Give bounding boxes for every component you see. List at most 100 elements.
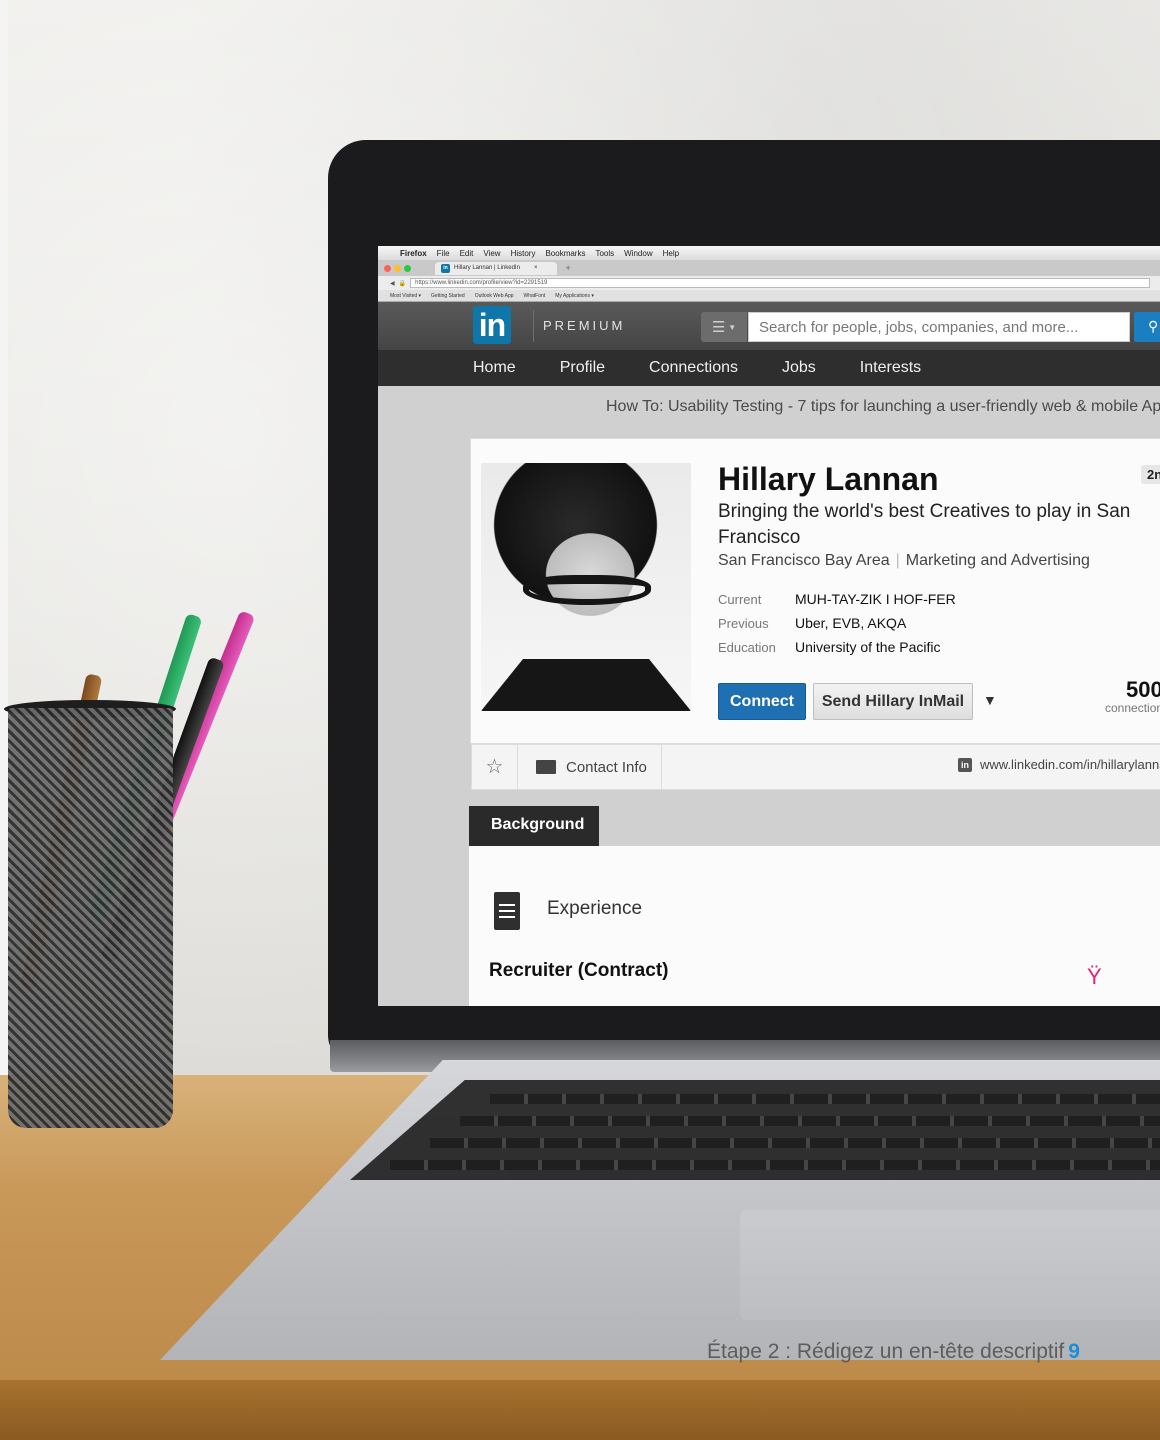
menu-view[interactable]: View (483, 249, 500, 258)
document-icon (494, 892, 520, 930)
address-bar-url: https://www.linkedin.com/profile/view?id… (415, 280, 548, 286)
folder-icon (536, 760, 556, 774)
bookmark-most-visited[interactable]: Most Visited ▾ (390, 293, 421, 299)
profile-url-text: www.linkedin.com/in/hillarylannan (980, 757, 1160, 772)
connection-degree-badge: 2nd (1141, 465, 1160, 484)
fact-current: Current MUH-TAY-ZIK I HOF-FER (718, 587, 956, 611)
zoom-window-icon[interactable] (404, 264, 411, 272)
fact-value[interactable]: MUH-TAY-ZIK I HOF-FER (795, 591, 956, 607)
connect-button[interactable]: Connect (718, 683, 806, 720)
separator: | (895, 552, 900, 569)
profile-location[interactable]: San Francisco Bay Area (718, 552, 890, 569)
profile-photo[interactable] (481, 463, 691, 711)
profile-card: Hillary Lannan 2nd Bringing the world's … (470, 438, 1160, 790)
profile-card-footer: ☆ Contact Info in www.linkedin.com/in/hi… (471, 744, 1160, 790)
menu-edit[interactable]: Edit (460, 249, 474, 258)
new-tab-button[interactable]: + (565, 263, 570, 273)
fact-previous: Previous Uber, EVB, AKQA (718, 611, 956, 635)
linkedin-nav: Home Profile Connections Jobs Interests (378, 350, 1160, 386)
linkedin-favicon-icon: in (441, 263, 450, 273)
profile-name: Hillary Lannan (718, 461, 939, 497)
star-icon[interactable]: ☆ (472, 745, 518, 789)
nav-interests[interactable]: Interests (860, 359, 921, 377)
profile-location-row: San Francisco Bay Area | Marketing and Adv… (718, 552, 1090, 570)
profile-headline: Bringing the world's best Creatives to p… (718, 501, 1131, 548)
fact-value[interactable]: University of the Pacific (795, 639, 941, 655)
shoulders-shape (481, 659, 691, 711)
bookmark-my-applications[interactable]: My Applications ▾ (555, 293, 594, 299)
background-panel: Experience Recruiter (Contract) Ÿ (469, 846, 1160, 1006)
hamburger-icon: ☰ (711, 319, 726, 336)
search-icon: ⚲ (1148, 318, 1159, 334)
key-row (430, 1138, 1160, 1148)
glasses-shape (523, 575, 651, 605)
more-actions-caret-icon[interactable]: ▼ (983, 692, 997, 708)
nav-jobs[interactable]: Jobs (782, 359, 816, 377)
menu-window[interactable]: Window (624, 249, 652, 258)
linkedin-header: in PREMIUM ☰ ▼ Search for people, jobs, … (378, 302, 1160, 350)
premium-label: PREMIUM (543, 318, 626, 333)
desk-edge (0, 1380, 1160, 1440)
menu-history[interactable]: History (511, 249, 536, 258)
linkedin-small-icon: in (958, 757, 972, 772)
url-toolbar: ◀ 🔒 https://www.linkedin.com/profile/vie… (378, 276, 1160, 290)
job-title[interactable]: Recruiter (Contract) (489, 960, 668, 982)
bookmark-outlook[interactable]: Outlook Web App (475, 293, 514, 299)
connections-count: 500 (1126, 677, 1160, 702)
nav-home[interactable]: Home (473, 359, 516, 377)
key-row (390, 1160, 1160, 1170)
profile-page: How To: Usability Testing - 7 tips for l… (378, 386, 1160, 1006)
caption-text: Étape 2 : Rédigez un en-tête descriptif (707, 1340, 1065, 1363)
menu-bookmarks[interactable]: Bookmarks (545, 249, 585, 258)
contact-info-button[interactable]: Contact Info (518, 745, 662, 789)
mac-menu-bar: Firefox File Edit View History Bookmarks… (378, 246, 1160, 260)
browser-tab-bar: in Hillary Lannan | LinkedIn × + (378, 260, 1160, 276)
fact-label: Previous (718, 615, 769, 631)
fact-value[interactable]: Uber, EVB, AKQA (795, 615, 906, 631)
promo-link[interactable]: How To: Usability Testing - 7 tips for l… (606, 398, 1160, 416)
public-profile-url[interactable]: in www.linkedin.com/in/hillarylannan (958, 757, 1160, 772)
nav-connections[interactable]: Connections (649, 359, 738, 377)
tab-close-icon[interactable]: × (534, 265, 538, 271)
key-row (460, 1116, 1160, 1126)
search-placeholder: Search for people, jobs, companies, and … (759, 319, 1079, 336)
fact-education: Education University of the Pacific (718, 635, 956, 659)
menu-tools[interactable]: Tools (595, 249, 614, 258)
search-input[interactable]: Search for people, jobs, companies, and … (748, 312, 1130, 342)
fact-label: Current (718, 591, 762, 607)
tab-title: Hillary Lannan | LinkedIn (454, 265, 520, 271)
company-logo-deer-icon[interactable]: Ÿ (1087, 964, 1102, 990)
profile-industry[interactable]: Marketing and Advertising (906, 552, 1090, 569)
connections-label: connections (1105, 701, 1160, 715)
menu-help[interactable]: Help (663, 249, 679, 258)
page-number: 9 (1068, 1340, 1080, 1363)
contact-info-label: Contact Info (566, 758, 647, 776)
bookmark-getting-started[interactable]: Getting Started (431, 293, 465, 299)
search-button[interactable]: ⚲ (1134, 312, 1160, 342)
page-caption: Étape 2 : Rédigez un en-tête descriptif 9 (707, 1340, 1080, 1364)
key-row (490, 1094, 1160, 1104)
background-tab[interactable]: Background (469, 806, 599, 846)
send-inmail-button[interactable]: Send Hillary InMail (813, 683, 973, 720)
address-bar[interactable]: https://www.linkedin.com/profile/view?id… (410, 278, 1151, 288)
back-arrow-icon[interactable]: ◀ (390, 280, 395, 287)
menu-file[interactable]: File (437, 249, 450, 258)
search-category-button[interactable]: ☰ ▼ (701, 312, 747, 342)
mesh-pencil-cup (8, 708, 173, 1128)
linkedin-logo[interactable]: in (473, 306, 511, 344)
browser-tab[interactable]: in Hillary Lannan | LinkedIn × (435, 261, 558, 275)
bookmarks-bar: Most Visited ▾ Getting Started Outlook W… (378, 290, 1160, 302)
minimize-window-icon[interactable] (394, 264, 401, 272)
menu-app-firefox[interactable]: Firefox (400, 249, 427, 258)
experience-heading: Experience (547, 898, 643, 919)
trackpad (740, 1210, 1160, 1320)
laptop-keyboard (350, 1080, 1160, 1180)
header-divider (533, 310, 534, 342)
photo-scene: Firefox File Edit View History Bookmarks… (0, 0, 1160, 1440)
close-window-icon[interactable] (384, 264, 391, 272)
window-controls (384, 264, 411, 272)
caret-down-icon: ▼ (728, 322, 737, 332)
profile-facts: Current MUH-TAY-ZIK I HOF-FER Previous U… (718, 587, 956, 659)
nav-profile[interactable]: Profile (560, 359, 605, 377)
bookmark-whatfont[interactable]: WhatFont (524, 293, 546, 299)
